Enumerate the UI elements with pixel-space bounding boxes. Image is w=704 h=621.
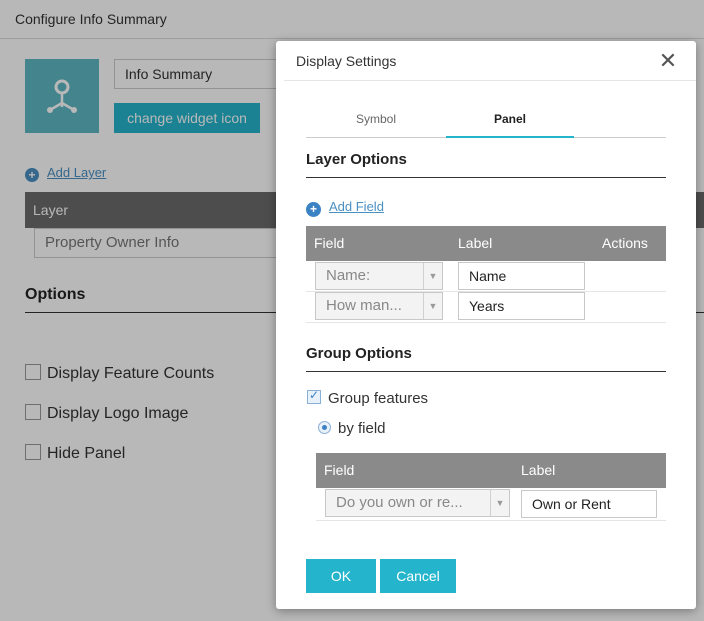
table-row: Name: ▼ Name bbox=[306, 261, 666, 292]
ok-button[interactable]: OK bbox=[306, 559, 376, 593]
radio-selected-icon bbox=[318, 421, 331, 434]
group-field-table-header: Field Label bbox=[316, 453, 666, 488]
chevron-down-icon: ▼ bbox=[423, 263, 442, 289]
field-select[interactable]: How man... ▼ bbox=[315, 292, 443, 320]
column-header-actions: Actions bbox=[602, 235, 648, 251]
radio-label: by field bbox=[338, 420, 386, 437]
column-header-label: Label bbox=[458, 235, 493, 251]
group-label-input[interactable]: Own or Rent bbox=[521, 490, 657, 518]
dialog-title-divider bbox=[284, 80, 696, 81]
group-options-heading: Group Options bbox=[306, 345, 412, 362]
field-select-value: How man... bbox=[326, 297, 402, 314]
close-icon[interactable]: ✕ bbox=[656, 49, 680, 73]
cancel-button[interactable]: Cancel bbox=[380, 559, 456, 593]
layer-options-divider bbox=[306, 177, 666, 178]
field-select-value: Do you own or re... bbox=[336, 494, 463, 511]
field-select-value: Name: bbox=[326, 267, 371, 284]
group-options-divider bbox=[306, 371, 666, 372]
plus-circle-icon: + bbox=[306, 202, 321, 217]
add-field-link[interactable]: + Add Field bbox=[306, 199, 384, 217]
chevron-down-icon: ▼ bbox=[423, 293, 442, 319]
checkbox-label: Group features bbox=[328, 390, 429, 407]
by-field-radio[interactable]: by field bbox=[318, 420, 386, 437]
group-field-select[interactable]: Do you own or re... ▼ bbox=[325, 489, 510, 517]
display-settings-dialog: Display Settings ✕ Symbol Panel Layer Op… bbox=[276, 41, 696, 609]
table-row: How man... ▼ Years bbox=[306, 291, 666, 323]
layer-options-heading: Layer Options bbox=[306, 151, 407, 168]
chevron-down-icon: ▼ bbox=[490, 490, 509, 516]
table-row: Do you own or re... ▼ Own or Rent bbox=[316, 488, 666, 521]
tab-symbol[interactable]: Symbol bbox=[312, 112, 440, 126]
column-header-label: Label bbox=[521, 462, 556, 478]
label-input[interactable]: Name bbox=[458, 262, 585, 290]
dialog-title: Display Settings bbox=[296, 53, 397, 69]
add-field-label: Add Field bbox=[329, 199, 384, 214]
field-select[interactable]: Name: ▼ bbox=[315, 262, 443, 290]
tab-panel[interactable]: Panel bbox=[446, 112, 574, 126]
checkbox-checked-icon bbox=[307, 388, 321, 404]
active-tab-indicator bbox=[446, 136, 574, 138]
column-header-field: Field bbox=[324, 462, 355, 478]
field-table-header: Field Label Actions bbox=[306, 226, 666, 261]
group-features-checkbox[interactable]: Group features bbox=[307, 388, 429, 407]
label-input[interactable]: Years bbox=[458, 292, 585, 320]
column-header-field: Field bbox=[314, 235, 345, 251]
